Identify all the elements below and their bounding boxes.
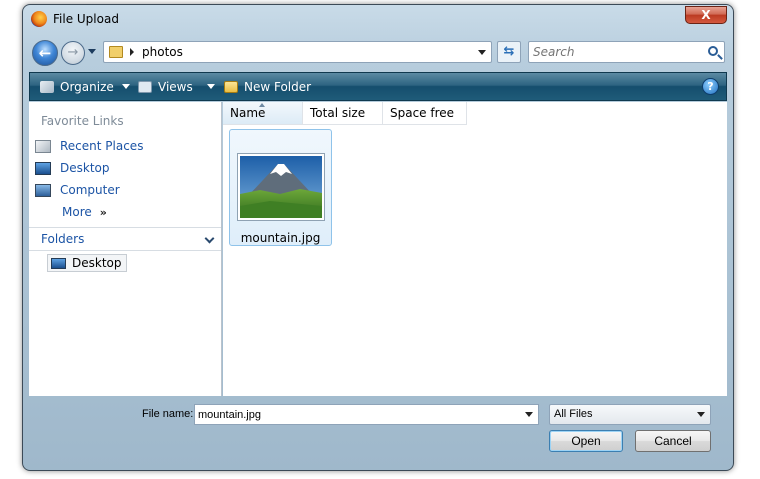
folders-header[interactable]: Folders	[29, 227, 221, 251]
sidebar-item-label: Recent Places	[60, 139, 144, 153]
folders-label: Folders	[41, 232, 85, 246]
command-toolbar: Organize Views New Folder ?	[29, 72, 727, 101]
close-button[interactable]: X	[685, 6, 727, 24]
forward-button[interactable]: →	[61, 41, 85, 65]
sidebar-item-label: Desktop	[60, 161, 110, 175]
column-header-label: Space free	[390, 106, 455, 120]
column-header-label: Total size	[310, 106, 366, 120]
file-list-pane: Name Total size Space free mountain.jpg	[223, 102, 727, 396]
breadcrumb-photos[interactable]: photos	[142, 45, 183, 59]
tree-item-label: Desktop	[72, 256, 122, 270]
file-name-combobox[interactable]	[194, 404, 539, 425]
chevron-down-icon[interactable]	[525, 412, 533, 417]
new-folder-label: New Folder	[244, 79, 312, 94]
file-name-input[interactable]	[198, 407, 508, 422]
sort-ascending-icon	[259, 103, 265, 107]
search-input[interactable]	[533, 44, 693, 60]
search-icon[interactable]	[708, 46, 718, 56]
file-name-label: File name:	[142, 408, 194, 420]
new-folder-button[interactable]: New Folder	[224, 73, 311, 100]
sidebar-item-desktop[interactable]: Desktop	[35, 158, 110, 178]
address-bar[interactable]: photos	[103, 41, 492, 63]
favorite-links-heading: Favorite Links	[41, 114, 124, 128]
address-dropdown-icon[interactable]	[478, 50, 486, 55]
chevron-down-icon	[697, 412, 705, 417]
chevron-down-icon	[206, 84, 215, 89]
folder-tree-item-desktop[interactable]: Desktop	[47, 254, 127, 272]
breadcrumb-arrow-icon[interactable]	[130, 48, 134, 56]
column-header-label: Name	[230, 106, 266, 120]
organize-icon	[40, 80, 54, 93]
views-menu[interactable]: Views	[138, 73, 215, 100]
file-name-label: mountain.jpg	[240, 231, 321, 245]
search-box[interactable]	[528, 41, 725, 63]
organize-label: Organize	[60, 79, 114, 94]
views-icon	[138, 80, 152, 93]
open-button[interactable]: Open	[549, 430, 623, 452]
desktop-icon	[51, 257, 66, 269]
desktop-icon	[35, 161, 51, 175]
firefox-icon	[31, 11, 47, 27]
sidebar-item-computer[interactable]: Computer	[35, 180, 120, 200]
file-upload-dialog: File Upload X ← → photos ⇆ Organize View…	[22, 4, 734, 471]
cancel-button[interactable]: Cancel	[635, 430, 711, 452]
file-type-select[interactable]: All Files	[549, 404, 711, 425]
chevron-down-icon[interactable]	[204, 233, 215, 244]
new-folder-icon	[224, 80, 238, 93]
chevron-down-icon	[121, 84, 130, 89]
sidebar-item-recent-places[interactable]: Recent Places	[35, 136, 143, 156]
file-item-mountain[interactable]: mountain.jpg	[229, 129, 332, 246]
views-label: Views	[158, 79, 193, 94]
refresh-button[interactable]: ⇆	[497, 41, 521, 63]
help-icon[interactable]: ?	[702, 78, 719, 95]
organize-menu[interactable]: Organize	[40, 73, 130, 100]
column-header-total-size[interactable]: Total size	[303, 102, 383, 125]
file-type-value: All Files	[554, 408, 593, 420]
window-title: File Upload	[53, 12, 119, 26]
column-header-space-free[interactable]: Space free	[383, 102, 467, 125]
sidebar-item-label: Computer	[60, 183, 120, 197]
recent-pages-dropdown[interactable]	[88, 49, 96, 54]
back-button[interactable]: ←	[32, 40, 58, 66]
sidebar-item-label: More	[62, 205, 92, 219]
column-header-name[interactable]: Name	[223, 102, 303, 125]
recent-places-icon	[35, 139, 51, 153]
computer-icon	[35, 183, 51, 197]
title-bar[interactable]: File Upload X	[23, 5, 733, 35]
navigation-pane: Favorite Links Recent Places Desktop Com…	[29, 102, 222, 396]
sidebar-item-more[interactable]: More »	[62, 202, 107, 222]
folder-icon	[109, 46, 123, 58]
more-chevrons-icon: »	[99, 205, 107, 219]
mountain-thumbnail	[237, 153, 325, 221]
